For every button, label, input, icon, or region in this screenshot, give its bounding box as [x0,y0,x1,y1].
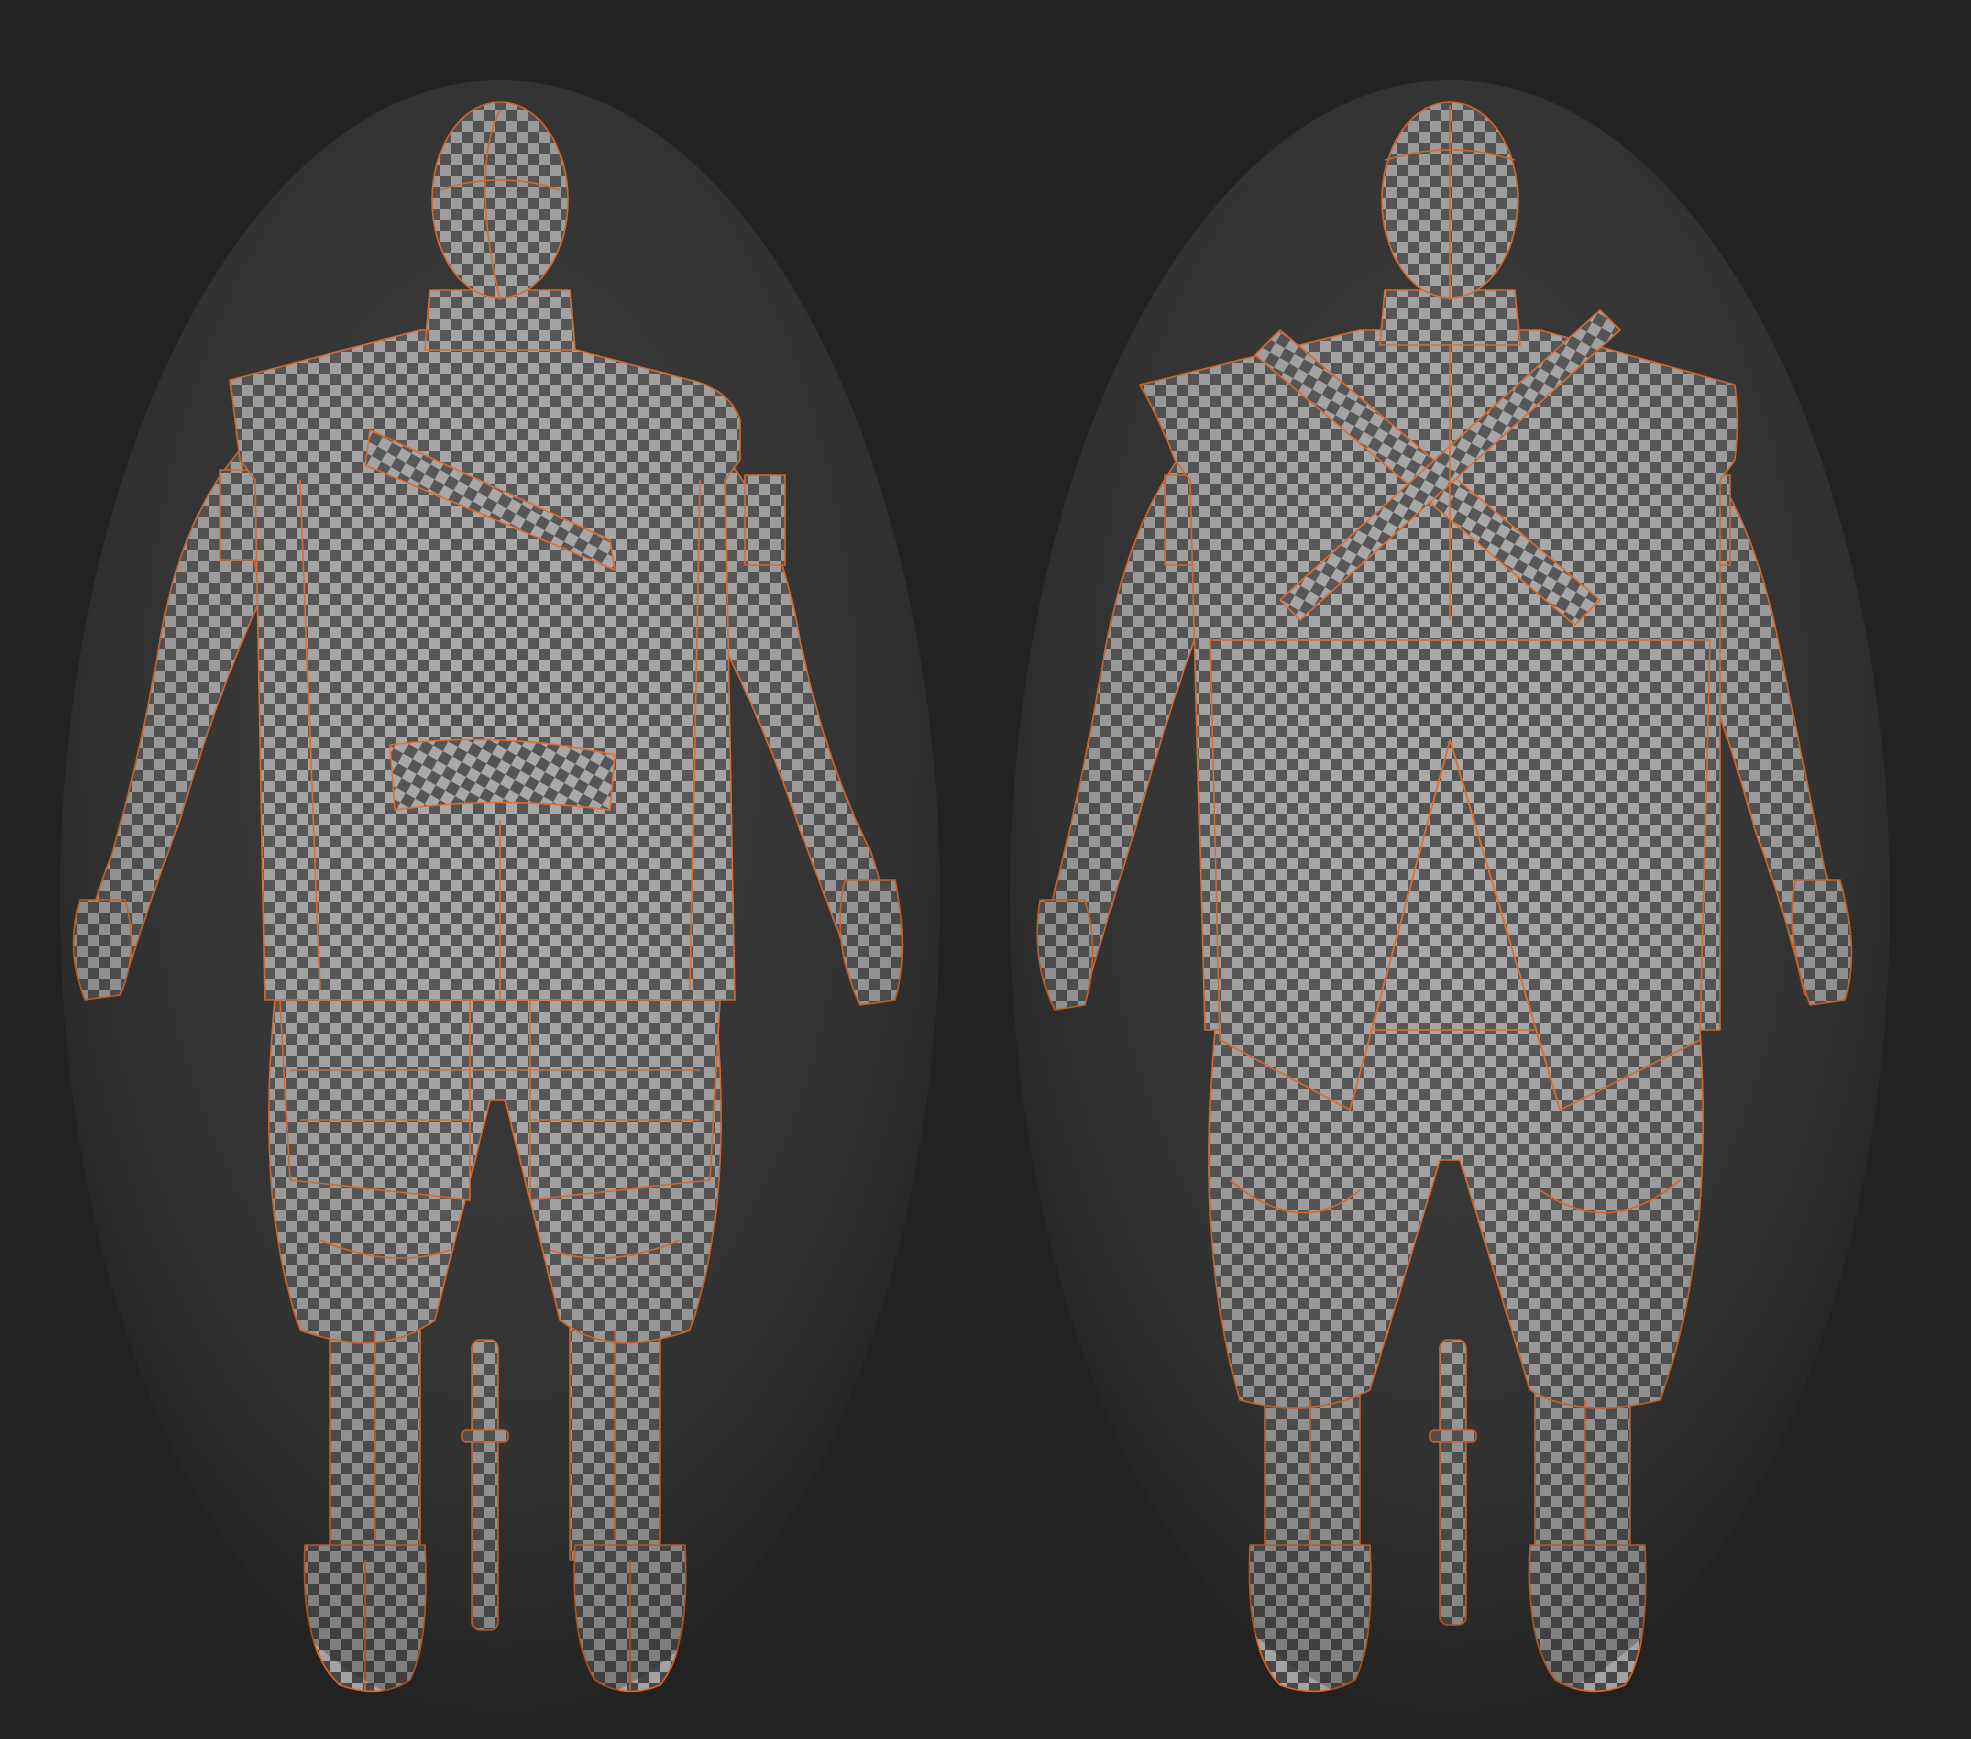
front-figure [60,80,940,1720]
uv-checker-scene [60,80,1890,1720]
back-figure [1010,80,1890,1720]
3d-viewport [0,0,1971,1739]
